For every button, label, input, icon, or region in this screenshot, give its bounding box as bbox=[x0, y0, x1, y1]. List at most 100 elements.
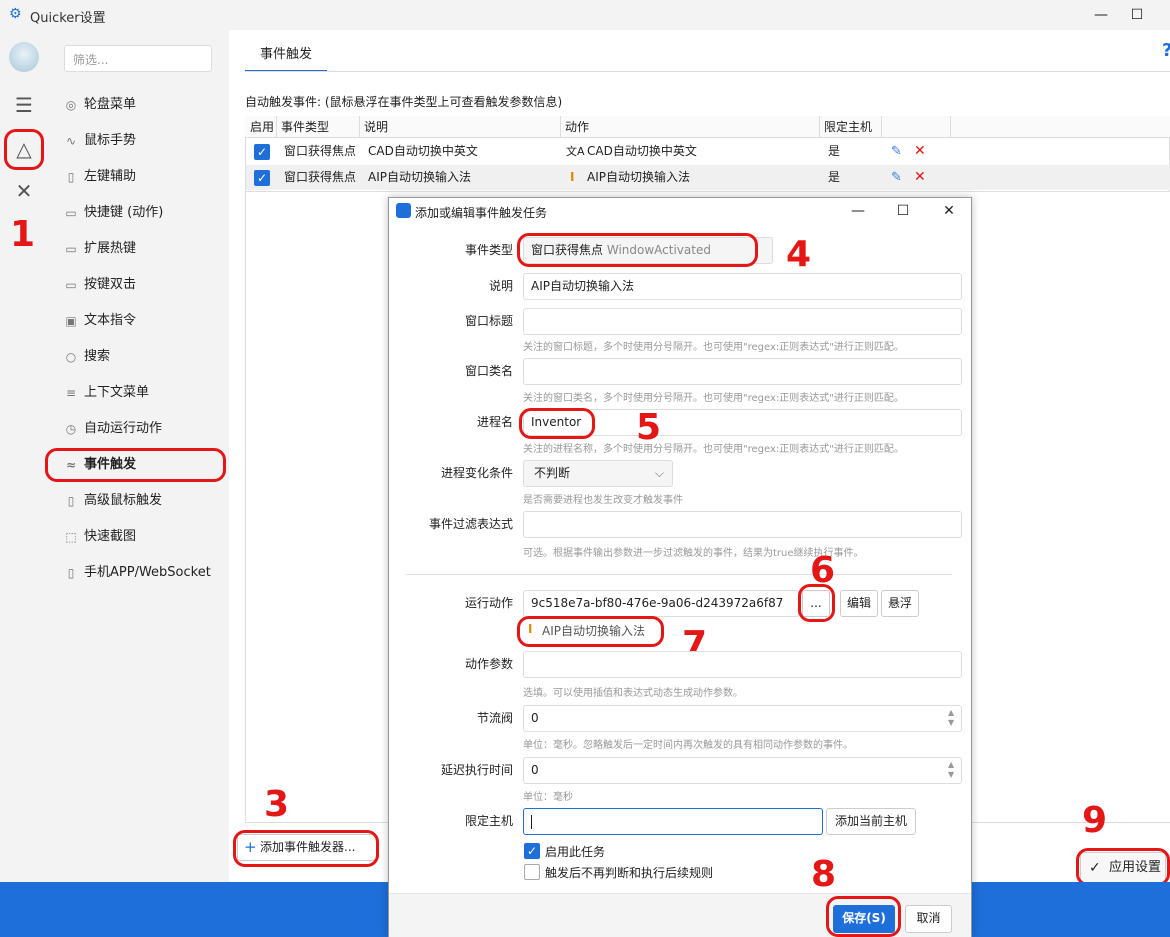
annotation-number-8: 8 bbox=[811, 854, 837, 895]
nav-item-double-key[interactable]: ▭ 按键双击 bbox=[60, 271, 225, 299]
sliders-icon[interactable]: ☰ bbox=[9, 90, 39, 120]
process-change-select[interactable]: 不判断 ⌵ bbox=[523, 460, 673, 487]
annotation-box-9 bbox=[1076, 848, 1170, 886]
enable-task-checkbox[interactable]: ✓ bbox=[524, 843, 540, 859]
annotation-number-1: 1 bbox=[10, 214, 36, 255]
section-title: 自动触发事件: (鼠标悬浮在事件类型上可查看触发参数信息) bbox=[245, 95, 563, 109]
nav-item-extended-hotkey[interactable]: ▭ 扩展热键 bbox=[60, 235, 225, 263]
title-bar: ⚙ Quicker设置 — ☐ bbox=[0, 0, 1170, 30]
nav-item-label: 手机APP/WebSocket bbox=[84, 565, 211, 580]
window-title-input[interactable] bbox=[523, 308, 962, 335]
keyboard-icon: ▭ bbox=[65, 278, 77, 292]
nav-item-label: 左键辅助 bbox=[84, 169, 137, 184]
nav-item-label: 快捷键 (动作) bbox=[84, 205, 164, 220]
annotation-box-3 bbox=[233, 830, 379, 867]
tools-icon[interactable]: ✕ bbox=[9, 176, 39, 206]
table-row[interactable]: ✓ 窗口获得焦点 AIP自动切换输入法 I AIP自动切换输入法 是 ✎ ✕ bbox=[246, 165, 1170, 190]
row-enabled-checkbox[interactable]: ✓ bbox=[254, 144, 270, 160]
nav-item-context-menu[interactable]: ≡ 上下文菜单 bbox=[60, 379, 225, 407]
edit-pencil-icon[interactable]: ✎ bbox=[891, 139, 902, 164]
column-header-ops bbox=[882, 116, 951, 138]
annotation-number-9: 9 bbox=[1082, 800, 1108, 841]
search-icon: ○ bbox=[65, 350, 77, 364]
add-current-host-button[interactable]: 添加当前主机 bbox=[826, 808, 916, 835]
row-enabled-checkbox[interactable]: ✓ bbox=[254, 170, 270, 186]
delay-hint: 单位：毫秒 bbox=[523, 792, 573, 803]
maximize-button[interactable]: ☐ bbox=[1114, 0, 1160, 30]
window-title-label: 窗口标题 bbox=[464, 314, 513, 328]
delete-x-icon[interactable]: ✕ bbox=[914, 165, 926, 190]
inventor-i-icon: I bbox=[570, 170, 575, 184]
filter-expr-input[interactable] bbox=[523, 511, 962, 538]
row-host: 是 bbox=[828, 144, 841, 158]
nav-item-mouse-gesture[interactable]: ∿ 鼠标手势 bbox=[60, 127, 225, 155]
run-action-id-input[interactable]: 9c518e7a-bf80-476e-9a06-d243972a6f87 bbox=[523, 590, 799, 617]
nav-item-label: 上下文菜单 bbox=[84, 385, 150, 400]
window-title-hint: 关注的窗口标题，多个时使用分号隔开。也可使用"regex:正则表达式"进行正则匹… bbox=[523, 342, 904, 353]
delay-input[interactable]: 0 bbox=[523, 757, 962, 784]
window-class-input[interactable] bbox=[523, 358, 962, 385]
nav-item-search[interactable]: ○ 搜索 bbox=[60, 343, 225, 371]
nav-item-mobile-app[interactable]: ▯ 手机APP/WebSocket bbox=[60, 559, 225, 587]
nav-item-wheel-menu[interactable]: ◎ 轮盘菜单 bbox=[60, 91, 225, 119]
edit-pencil-icon[interactable]: ✎ bbox=[891, 165, 902, 190]
dialog-maximize-button[interactable]: ☐ bbox=[883, 200, 923, 222]
nav-item-label: 自动运行动作 bbox=[84, 421, 163, 436]
nav-item-text-command[interactable]: ▣ 文本指令 bbox=[60, 307, 225, 335]
column-header-host[interactable]: 限定主机 bbox=[820, 116, 882, 138]
nav-item-label: 快速截图 bbox=[84, 529, 137, 544]
host-input[interactable] bbox=[523, 808, 823, 835]
enable-task-label: 启用此任务 bbox=[545, 845, 606, 859]
float-action-button[interactable]: 悬浮 bbox=[881, 590, 919, 617]
nav-item-label: 高级鼠标触发 bbox=[84, 493, 163, 508]
radio-icon: ◎ bbox=[65, 98, 77, 112]
nav-item-advanced-mouse[interactable]: ▯ 高级鼠标触发 bbox=[60, 487, 225, 515]
delete-x-icon[interactable]: ✕ bbox=[914, 139, 926, 164]
tab-divider bbox=[245, 71, 1170, 72]
tab-event-trigger[interactable]: 事件触发 bbox=[245, 42, 327, 72]
row-action: AIP自动切换输入法 bbox=[587, 170, 690, 184]
mouse-icon: ▯ bbox=[67, 170, 75, 184]
row-event-type: 窗口获得焦点 bbox=[284, 144, 357, 158]
nav-item-label: 文本指令 bbox=[84, 313, 137, 328]
table-row[interactable]: ✓ 窗口获得焦点 CAD自动切换中英文 文A CAD自动切换中英文 是 ✎ ✕ bbox=[246, 139, 1170, 164]
nav-item-left-click-assist[interactable]: ▯ 左键辅助 bbox=[60, 163, 225, 191]
annotation-box-5 bbox=[519, 408, 595, 439]
dialog-minimize-button[interactable]: — bbox=[838, 200, 878, 222]
nav-item-auto-run[interactable]: ◷ 自动运行动作 bbox=[60, 415, 225, 443]
annotation-number-5: 5 bbox=[636, 407, 662, 448]
cancel-button[interactable]: 取消 bbox=[905, 905, 952, 933]
table-left-border bbox=[245, 192, 246, 822]
action-params-input[interactable] bbox=[523, 651, 962, 678]
run-action-label: 运行动作 bbox=[464, 596, 513, 610]
action-params-label: 动作参数 bbox=[464, 657, 513, 671]
no-more-rules-checkbox[interactable] bbox=[524, 864, 540, 880]
spinner-arrows-icon[interactable]: ▲ ▼ bbox=[948, 760, 954, 780]
filter-input[interactable]: 筛选... bbox=[64, 45, 212, 72]
column-header-event-type[interactable]: 事件类型 bbox=[277, 116, 360, 138]
help-icon[interactable]: ? bbox=[1162, 40, 1170, 61]
column-header-desc[interactable]: 说明 bbox=[360, 116, 561, 138]
text-ad-icon: ▣ bbox=[65, 314, 77, 328]
spinner-arrows-icon[interactable]: ▲ ▼ bbox=[948, 708, 954, 728]
menu-icon: ≡ bbox=[65, 386, 77, 400]
column-header-action[interactable]: 动作 bbox=[561, 116, 820, 138]
row-desc: CAD自动切换中英文 bbox=[368, 144, 478, 158]
column-header-enabled[interactable]: 启用 bbox=[246, 116, 277, 138]
filter-expr-label: 事件过滤表达式 bbox=[428, 517, 513, 531]
avatar[interactable] bbox=[9, 42, 39, 72]
edit-action-button[interactable]: 编辑 bbox=[840, 590, 878, 617]
annotation-box-7 bbox=[517, 616, 664, 647]
desc-input[interactable]: AIP自动切换输入法 bbox=[523, 273, 962, 300]
host-label: 限定主机 bbox=[464, 814, 513, 828]
nav-item-label: 按键双击 bbox=[84, 277, 137, 292]
nav-item-hotkey-action[interactable]: ▭ 快捷键 (动作) bbox=[60, 199, 225, 227]
dialog-close-button[interactable]: ✕ bbox=[929, 200, 969, 222]
annotation-box-4 bbox=[517, 233, 758, 267]
row-desc: AIP自动切换输入法 bbox=[368, 170, 471, 184]
throttle-input[interactable]: 0 bbox=[523, 705, 962, 732]
annotation-number-4: 4 bbox=[786, 234, 812, 275]
gesture-icon: ∿ bbox=[65, 134, 77, 148]
phone-icon: ▯ bbox=[67, 566, 75, 580]
nav-item-screenshot[interactable]: ⬚ 快速截图 bbox=[60, 523, 225, 551]
